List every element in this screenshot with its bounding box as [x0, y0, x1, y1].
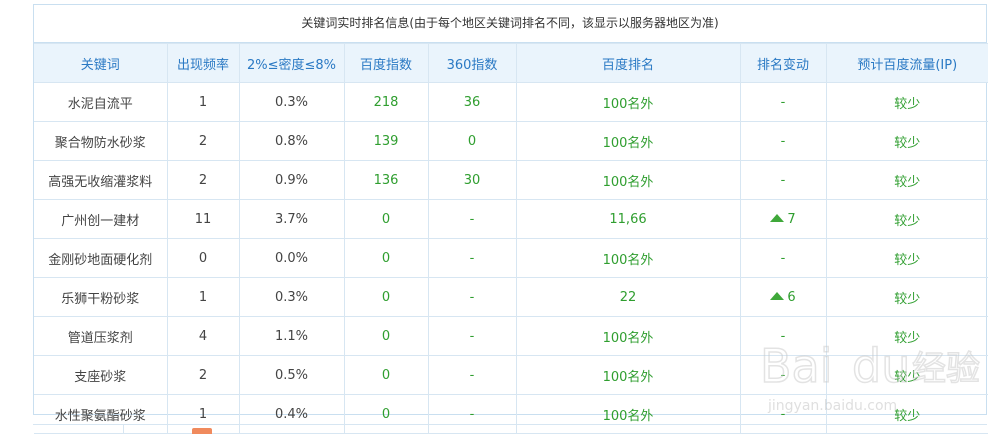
rank-change-value: 6: [787, 289, 796, 305]
cell-baidu-index: 136: [343, 160, 429, 200]
cell-frequency: 1: [166, 277, 240, 317]
cell-baidu-rank: 100名外: [515, 355, 741, 395]
cell-baidu-index: 0: [343, 277, 429, 317]
watermark-brand-2: du: [852, 339, 910, 393]
cell-baidu-rank: 100名外: [515, 394, 741, 434]
cell-density: 0.9%: [238, 160, 345, 200]
cell-baidu-index: 139: [343, 121, 429, 161]
watermark-cn: 经验: [912, 349, 980, 389]
up-arrow-icon: [770, 213, 785, 222]
cell-keyword[interactable]: 乐狮干粉砂浆: [34, 277, 168, 317]
baidu-jingyan-watermark: Bai du 经验 jingyan.baidu.com: [760, 338, 981, 414]
cell-density: 0.0%: [238, 238, 345, 278]
col-header-traffic[interactable]: 预计百度流量(IP): [825, 43, 988, 83]
cell-360-index: -: [427, 355, 517, 395]
table-row: 高强无收缩灌浆料 2 0.9% 136 30 100名外 - 较少: [34, 160, 988, 200]
table-row: 乐狮干粉砂浆 1 0.3% 0 - 22 6 较少: [34, 277, 988, 317]
col-header-360-index[interactable]: 360指数: [427, 43, 517, 83]
cell-rank-change: -: [739, 82, 827, 122]
cell-traffic: 较少: [825, 199, 988, 239]
cell-density: 0.5%: [238, 355, 345, 395]
cell-rank-change: -: [739, 160, 827, 200]
table-row: 水泥自流平 1 0.3% 218 36 100名外 - 较少: [34, 82, 988, 122]
col-header-baidu-index[interactable]: 百度指数: [343, 43, 429, 83]
cell-density: 3.7%: [238, 199, 345, 239]
cell-frequency: 0: [166, 238, 240, 278]
cell-keyword[interactable]: 支座砂浆: [34, 355, 168, 395]
cell-rank-change: 7: [739, 199, 827, 239]
cell-frequency: 2: [166, 355, 240, 395]
cell-density: 0.8%: [238, 121, 345, 161]
cell-360-index: -: [427, 277, 517, 317]
cell-baidu-rank: 100名外: [515, 238, 741, 278]
cell-360-index: -: [427, 316, 517, 356]
cell-baidu-rank: 11,66: [515, 199, 741, 239]
cell-traffic: 较少: [825, 121, 988, 161]
cell-baidu-rank: 100名外: [515, 316, 741, 356]
cell-keyword[interactable]: 管道压浆剂: [34, 316, 168, 356]
rank-change-value: -: [780, 94, 786, 110]
cell-baidu-rank: 22: [515, 277, 741, 317]
table-row: 聚合物防水砂浆 2 0.8% 139 0 100名外 - 较少: [34, 121, 988, 161]
cell-density: 1.1%: [238, 316, 345, 356]
cell-density: 0.3%: [238, 277, 345, 317]
cell-360-index: -: [427, 238, 517, 278]
cell-frequency: 4: [166, 316, 240, 356]
cell-baidu-index: 0: [343, 238, 429, 278]
col-header-density[interactable]: 2%≤密度≤8%: [238, 43, 345, 83]
rank-change-value: -: [780, 250, 786, 266]
cell-baidu-index: 218: [343, 82, 429, 122]
col-header-rank-change[interactable]: 排名变动: [739, 43, 827, 83]
table-row: 广州创一建材 11 3.7% 0 - 11,66 7 较少: [34, 199, 988, 239]
cell-frequency: 2: [166, 121, 240, 161]
cell-baidu-rank: 100名外: [515, 82, 741, 122]
rank-change-value: 7: [787, 211, 796, 227]
cell-traffic: 较少: [825, 238, 988, 278]
cell-traffic: 较少: [825, 160, 988, 200]
col-header-frequency[interactable]: 出现频率: [166, 43, 240, 83]
cell-360-index: -: [427, 394, 517, 434]
panel-caption: 关键词实时排名信息(由于每个地区关键词排名不同，该显示以服务器地区为准): [34, 5, 986, 43]
rank-change-value: -: [780, 172, 786, 188]
cell-baidu-rank: 100名外: [515, 160, 741, 200]
cell-360-index: 30: [427, 160, 517, 200]
watermark-brand: Bai: [760, 339, 833, 393]
table-row: 金刚砂地面硬化剂 0 0.0% 0 - 100名外 - 较少: [34, 238, 988, 278]
cell-baidu-index: 0: [343, 355, 429, 395]
cell-rank-change: 6: [739, 277, 827, 317]
cell-frequency: 1: [166, 82, 240, 122]
col-header-baidu-rank[interactable]: 百度排名: [515, 43, 741, 83]
cell-traffic: 较少: [825, 277, 988, 317]
table-header-row: 关键词 出现频率 2%≤密度≤8% 百度指数 360指数 百度排名 排名变动 预…: [34, 43, 988, 83]
cell-traffic: 较少: [825, 82, 988, 122]
cell-360-index: 36: [427, 82, 517, 122]
cell-360-index: -: [427, 199, 517, 239]
cell-keyword[interactable]: 聚合物防水砂浆: [34, 121, 168, 161]
cell-frequency: 2: [166, 160, 240, 200]
cell-keyword[interactable]: 广州创一建材: [34, 199, 168, 239]
cell-keyword[interactable]: 水泥自流平: [34, 82, 168, 122]
cell-keyword[interactable]: 高强无收缩灌浆料: [34, 160, 168, 200]
cell-keyword[interactable]: 水性聚氨酯砂浆: [34, 394, 168, 434]
footer-separator: [123, 424, 124, 434]
cell-baidu-index: 0: [343, 316, 429, 356]
cell-density: 0.4%: [238, 394, 345, 434]
cell-baidu-rank: 100名外: [515, 121, 741, 161]
cell-baidu-index: 0: [343, 199, 429, 239]
cell-keyword[interactable]: 金刚砂地面硬化剂: [34, 238, 168, 278]
cell-density: 0.3%: [238, 82, 345, 122]
cell-360-index: 0: [427, 121, 517, 161]
watermark-url: jingyan.baidu.com: [767, 398, 897, 414]
col-header-keyword[interactable]: 关键词: [34, 43, 168, 83]
cell-frequency: 11: [166, 199, 240, 239]
cell-baidu-index: 0: [343, 394, 429, 434]
cell-rank-change: -: [739, 121, 827, 161]
rank-change-value: -: [780, 133, 786, 149]
footer-divider: [33, 424, 987, 425]
footer-badge: [192, 428, 212, 434]
cell-rank-change: -: [739, 238, 827, 278]
up-arrow-icon: [770, 291, 785, 300]
